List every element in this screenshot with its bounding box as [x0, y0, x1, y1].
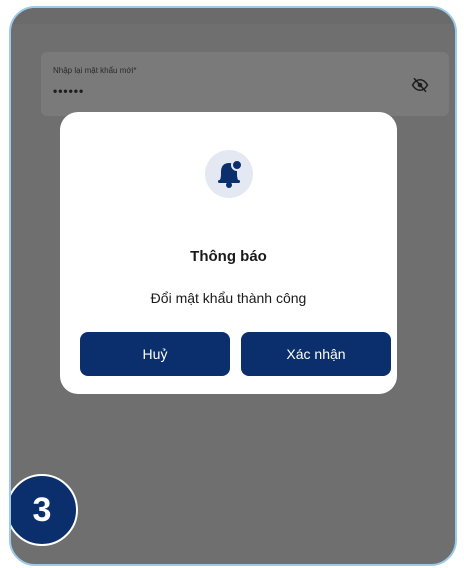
- phone-screen: Nhập lại mật khẩu mới* •••••• Thông báo …: [9, 6, 457, 566]
- confirm-button[interactable]: Xác nhận: [241, 332, 391, 376]
- notification-dialog: Thông báo Đổi mật khẩu thành công Huỷ Xá…: [60, 112, 397, 394]
- step-badge: 3: [11, 474, 78, 546]
- dialog-message: Đổi mật khẩu thành công: [150, 290, 307, 306]
- confirm-password-value[interactable]: ••••••: [53, 84, 84, 98]
- cancel-button[interactable]: Huỷ: [80, 332, 230, 376]
- dialog-title: Thông báo: [190, 248, 267, 265]
- eye-off-icon[interactable]: [411, 76, 429, 94]
- bell-icon: [205, 150, 253, 198]
- top-bar: [11, 8, 455, 24]
- confirm-password-label: Nhập lại mật khẩu mới*: [53, 66, 137, 75]
- confirm-password-field[interactable]: Nhập lại mật khẩu mới* ••••••: [41, 52, 449, 116]
